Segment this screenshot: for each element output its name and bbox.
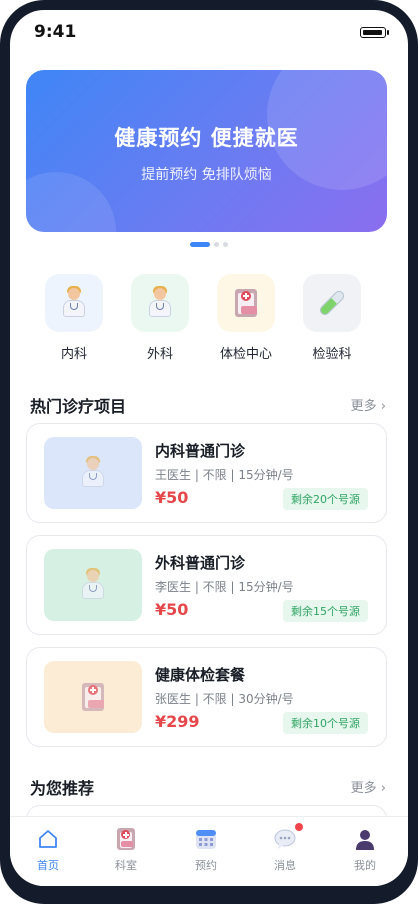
department-grid: 内科 外科 体检中心 检验科 (34, 274, 384, 364)
service-name: 外科普通门诊 (155, 554, 246, 572)
calendar-icon (194, 827, 218, 851)
availability-badge: 剩余10个号源 (283, 712, 368, 734)
service-card[interactable]: 健康体检套餐 张医生 | 不限 | 30分钟/号 ¥299 剩余10个号源 (26, 647, 387, 747)
clipboard-icon (217, 274, 275, 332)
tab-label: 我的 (354, 859, 376, 872)
surgeon-icon (131, 274, 189, 332)
status-bar: 9:41 (10, 10, 408, 54)
chat-bubble-icon (273, 823, 303, 851)
service-price: ¥50 (155, 488, 189, 507)
service-meta: 王医生 | 不限 | 15分钟/号 (155, 468, 294, 482)
category-label: 体检中心 (219, 347, 272, 362)
service-card[interactable]: 外科普通门诊 李医生 | 不限 | 15分钟/号 ¥50 剩余15个号源 (26, 535, 387, 635)
surgeon-icon (44, 549, 142, 621)
promo-banner[interactable]: 健康预约 便捷就医 提前预约 免排队烦恼 (26, 70, 387, 232)
service-card[interactable]: 内科普通门诊 王医生 | 不限 | 15分钟/号 ¥50 剩余20个号源 (26, 423, 387, 523)
service-meta: 张医生 | 不限 | 30分钟/号 (155, 692, 294, 706)
carousel-dot[interactable] (223, 242, 228, 247)
status-time: 9:41 (34, 22, 77, 42)
banner-title: 健康预约 便捷就医 (114, 126, 299, 150)
test-tube-icon (303, 274, 361, 332)
section-title: 为您推荐 (30, 779, 95, 798)
more-link[interactable]: 更多 › (351, 395, 386, 414)
banner-subtitle: 提前预约 免排队烦恼 (141, 167, 272, 183)
service-meta: 李医生 | 不限 | 15分钟/号 (155, 580, 294, 594)
service-price: ¥50 (155, 600, 189, 619)
availability-badge: 剩余20个号源 (283, 488, 368, 510)
tab-home[interactable]: 首页 (18, 827, 78, 873)
clipboard-icon (114, 827, 138, 851)
tab-label: 预约 (195, 859, 217, 872)
unread-dot (295, 823, 303, 831)
category-label: 检验科 (312, 347, 352, 362)
tab-profile[interactable]: 我的 (335, 827, 395, 873)
category-label: 内科 (60, 347, 87, 362)
user-icon (353, 827, 377, 851)
more-link[interactable]: 更多 › (351, 777, 386, 796)
tab-label: 首页 (37, 859, 59, 872)
tab-appointments[interactable]: 预约 (176, 827, 236, 873)
bottom-tab-bar: 首页 科室 预约 消息 我的 (10, 816, 408, 886)
category-label: 外科 (146, 347, 173, 362)
category-checkup-center[interactable]: 体检中心 (206, 274, 286, 362)
recommend-section-header: 为您推荐 更多 › (30, 775, 386, 799)
category-laboratory[interactable]: 检验科 (292, 274, 372, 362)
category-internal-medicine[interactable]: 内科 (34, 274, 114, 362)
tab-label: 科室 (115, 859, 137, 872)
tab-label: 消息 (274, 859, 296, 872)
phone-frame: 9:41 健康预约 便捷就医 提前预约 免排队烦恼 内科 外科 体检中心 检验科… (0, 0, 418, 904)
category-surgery[interactable]: 外科 (120, 274, 200, 362)
home-icon (36, 827, 60, 851)
availability-badge: 剩余15个号源 (283, 600, 368, 622)
clipboard-icon (44, 661, 142, 733)
carousel-indicator (10, 242, 408, 248)
service-price: ¥299 (155, 712, 200, 731)
battery-icon (360, 27, 389, 38)
service-name: 内科普通门诊 (155, 442, 246, 460)
popular-section-header: 热门诊疗项目 更多 › (30, 393, 386, 417)
service-name: 健康体检套餐 (155, 666, 246, 684)
doctor-icon (45, 274, 103, 332)
doctor-icon (44, 437, 142, 509)
chevron-right-icon: › (380, 781, 386, 796)
tab-messages[interactable]: 消息 (255, 823, 315, 873)
tab-departments[interactable]: 科室 (96, 827, 156, 873)
app-screen: 9:41 健康预约 便捷就医 提前预约 免排队烦恼 内科 外科 体检中心 检验科… (10, 10, 408, 886)
carousel-dot[interactable] (214, 242, 219, 247)
section-title: 热门诊疗项目 (30, 397, 127, 416)
carousel-dot-active[interactable] (190, 242, 210, 247)
chevron-right-icon: › (380, 399, 386, 414)
